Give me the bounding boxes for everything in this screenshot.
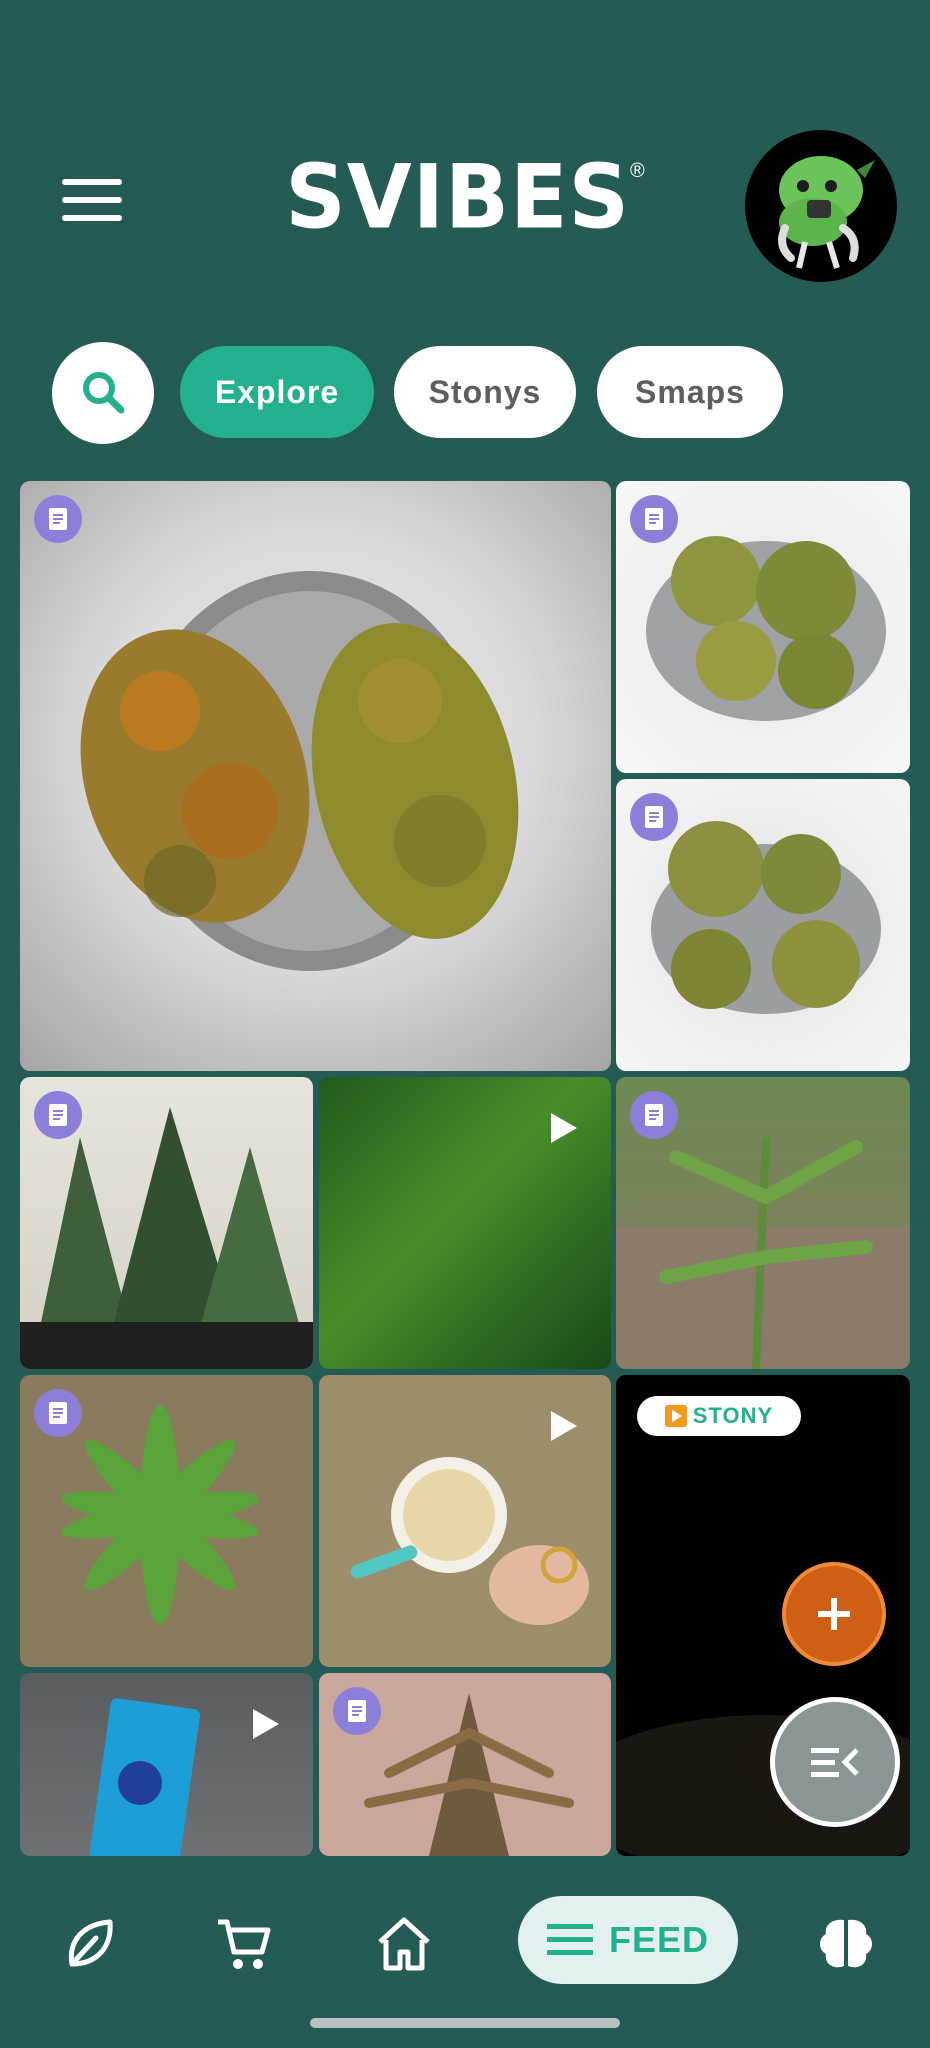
feed-tile-post[interactable] xyxy=(616,481,910,773)
post-badge xyxy=(34,1389,82,1437)
feed-tile-post[interactable] xyxy=(616,779,910,1071)
feed-tile-post[interactable] xyxy=(20,1375,313,1667)
home-indicator xyxy=(310,2018,620,2028)
post-badge xyxy=(630,495,678,543)
document-icon xyxy=(49,1402,67,1424)
document-icon xyxy=(645,1104,663,1126)
post-badge xyxy=(630,1091,678,1139)
feed-tab-label: FEED xyxy=(608,1919,709,1960)
feed-tile-post[interactable] xyxy=(20,481,611,1071)
stony-badge-label: STONY xyxy=(692,1403,774,1428)
stony-play-icon xyxy=(664,1405,687,1427)
feed-tile-video[interactable] xyxy=(20,1673,313,1856)
add-post-button[interactable] xyxy=(782,1562,886,1666)
collapse-list-button[interactable] xyxy=(770,1697,900,1827)
plus-icon xyxy=(818,1598,850,1630)
feed-list-icon xyxy=(546,1924,593,1955)
collapse-list-icon xyxy=(811,1748,859,1777)
document-icon xyxy=(49,1104,67,1126)
tab-smaps[interactable]: Smaps xyxy=(597,346,783,438)
product-pack-image xyxy=(88,1698,200,1856)
search-icon xyxy=(83,372,125,414)
leaf-icon[interactable] xyxy=(58,1912,122,1976)
tab-explore[interactable]: Explore xyxy=(180,346,374,438)
feed-tile-post[interactable] xyxy=(20,1077,313,1369)
search-button[interactable] xyxy=(52,342,154,444)
feed-tile-video[interactable] xyxy=(319,1077,611,1369)
profile-avatar[interactable] xyxy=(745,130,897,282)
play-icon xyxy=(253,1709,279,1739)
feed-tile-post[interactable] xyxy=(319,1673,611,1856)
stony-badge: STONY xyxy=(637,1396,801,1436)
feed-tile-post[interactable] xyxy=(616,1077,910,1369)
feed-tab[interactable]: FEED xyxy=(518,1896,738,1984)
post-badge xyxy=(333,1687,381,1735)
document-icon xyxy=(645,806,663,828)
logo-text: SVIBES xyxy=(285,145,630,249)
play-icon xyxy=(551,1411,577,1441)
document-icon xyxy=(645,508,663,530)
document-icon xyxy=(348,1700,366,1722)
feed-tile-video[interactable] xyxy=(319,1375,611,1667)
post-badge xyxy=(34,1091,82,1139)
document-icon xyxy=(49,508,67,530)
post-badge xyxy=(34,495,82,543)
post-badge xyxy=(630,793,678,841)
brain-icon[interactable] xyxy=(814,1912,878,1976)
home-icon[interactable] xyxy=(372,1912,436,1976)
play-icon xyxy=(551,1113,577,1143)
cannabis-buds-image xyxy=(80,571,519,971)
tab-stonys[interactable]: Stonys xyxy=(394,346,576,438)
logo-registered-mark: ® xyxy=(629,160,645,182)
avatar-character-icon xyxy=(778,156,875,269)
cart-icon[interactable] xyxy=(212,1912,276,1976)
